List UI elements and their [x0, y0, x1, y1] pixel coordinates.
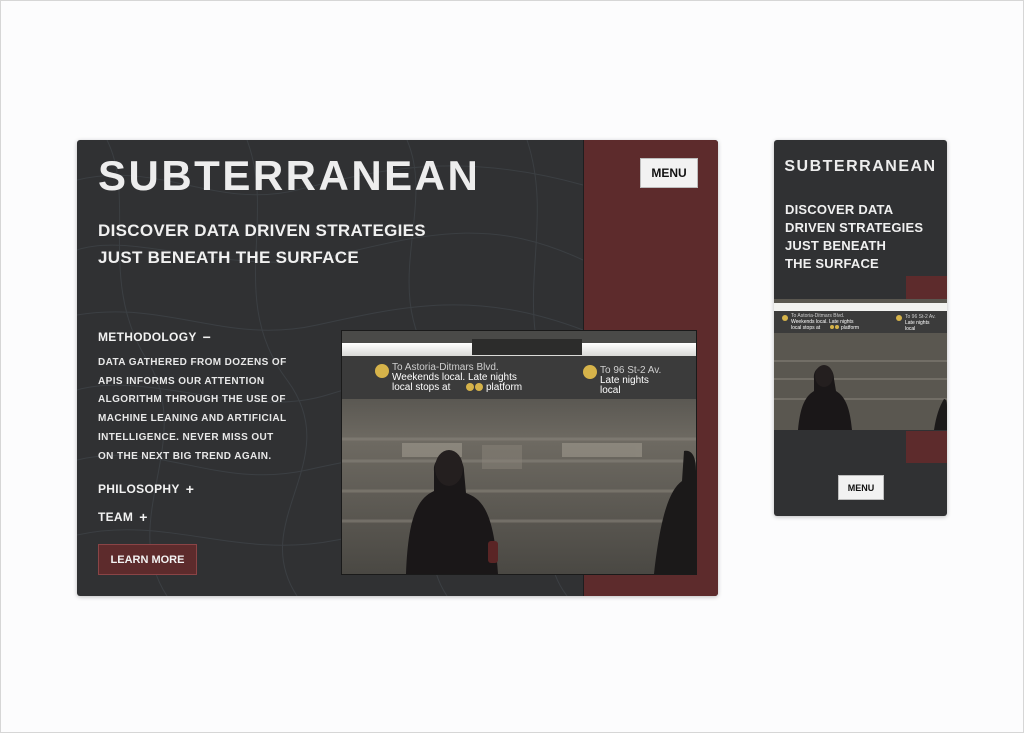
- body-line: ALGORITHM THROUGH THE USE OF: [98, 394, 286, 406]
- methodology-body: DATA GATHERED FROM DOZENS OF APIS INFORM…: [98, 354, 303, 466]
- accordion-methodology[interactable]: METHODOLOGY −: [98, 329, 211, 345]
- subway-photo-graphic: To Astoria-Ditmars Blvd. Weekends local.…: [342, 331, 696, 574]
- sign-text: local stops at: [392, 382, 451, 393]
- mobile-mockup: SUBTERRANEAN DISCOVER DATA DRIVEN STRATE…: [774, 140, 947, 516]
- learn-more-button[interactable]: LEARN MORE: [98, 544, 197, 575]
- subway-photo: To Astoria-Ditmars Blvd. Weekends local.…: [341, 330, 697, 575]
- plus-icon: +: [185, 481, 195, 497]
- tagline-line: JUST BENEATH: [785, 238, 887, 253]
- body-line: DATA GATHERED FROM DOZENS OF: [98, 357, 287, 368]
- plus-icon: +: [139, 509, 148, 525]
- sign-text: local: [600, 385, 621, 396]
- tagline-line: DISCOVER DATA: [785, 202, 894, 217]
- site-logo[interactable]: SUBTERRANEAN: [98, 152, 480, 200]
- menu-button-mobile[interactable]: MENU: [838, 475, 884, 500]
- accordion-team[interactable]: TEAM +: [98, 509, 148, 525]
- accent-block-top: [906, 276, 947, 300]
- hero-tagline-mobile: DISCOVER DATA DRIVEN STRATEGIES JUST BEN…: [785, 201, 945, 273]
- sign-text: platform: [841, 325, 859, 331]
- sign-text: local: [905, 326, 915, 332]
- body-line: APIS INFORMS OUR ATTENTION: [98, 375, 265, 387]
- menu-button[interactable]: MENU: [640, 158, 698, 188]
- subway-photo-mobile-graphic: To Astoria-Ditmars Blvd. Weekends local.…: [774, 299, 947, 430]
- site-logo-mobile[interactable]: SUBTERRANEAN: [774, 158, 947, 176]
- tagline-line: DRIVEN STRATEGIES: [785, 220, 924, 235]
- minus-icon: −: [202, 329, 212, 345]
- sign-text: platform: [486, 382, 522, 393]
- accordion-label: METHODOLOGY: [98, 330, 197, 344]
- subway-photo-mobile: To Astoria-Ditmars Blvd. Weekends local.…: [774, 299, 947, 430]
- accent-block-bottom: [906, 431, 947, 463]
- accordion-philosophy[interactable]: PHILOSOPHY +: [98, 481, 194, 497]
- tagline-line-1: DISCOVER DATA DRIVEN STRATEGIES: [98, 221, 426, 240]
- accordion-label: PHILOSOPHY: [98, 482, 180, 496]
- tagline-line: THE SURFACE: [785, 256, 879, 271]
- body-line: ON THE NEXT BIG TREND AGAIN.: [98, 450, 272, 462]
- accordion-label: TEAM: [98, 510, 134, 524]
- desktop-mockup: SUBTERRANEAN MENU DISCOVER DATA DRIVEN S…: [77, 140, 718, 596]
- tagline-line-2: JUST BENEATH THE SURFACE: [98, 248, 359, 267]
- body-line: MACHINE LEANING AND ARTIFICIAL: [98, 413, 287, 425]
- body-line: INTELLIGENCE. NEVER MISS OUT: [98, 431, 274, 443]
- hero-tagline: DISCOVER DATA DRIVEN STRATEGIES JUST BEN…: [98, 217, 458, 271]
- sign-text: local stops at: [791, 325, 821, 331]
